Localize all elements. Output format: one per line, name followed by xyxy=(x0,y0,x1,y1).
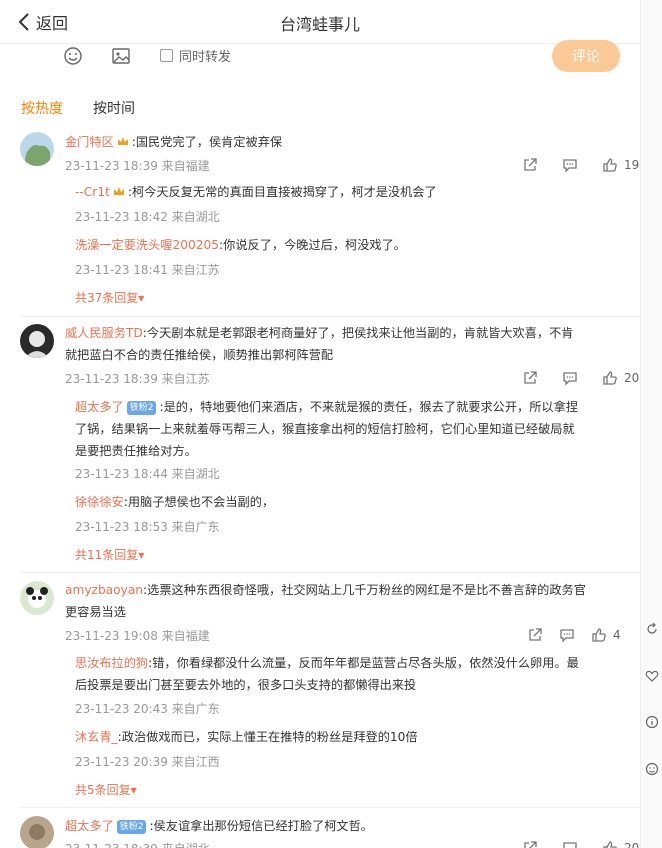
reply-body: :错，你看绿都没什么流量，反而年年都是蓝营占尽各头版，依然没什么卵用。最 xyxy=(148,656,579,670)
avatar[interactable] xyxy=(20,132,54,166)
comment-body: :侯友谊拿出那份短信已经打脸了柯文哲。 xyxy=(149,819,373,833)
comment-text: 威人民服务TD:今天剧本就是老郭跟老柯商量好了，把侯找来让他当副的，肯就皆大欢喜… xyxy=(65,322,625,366)
like-icon[interactable] xyxy=(602,157,618,173)
comment-actions: 4 xyxy=(511,627,621,643)
fan-badge: 铁粉2 xyxy=(126,401,157,415)
reply-body: 后投票是要出门甚至要去外地的，很多口头支持的都懒得出来投 xyxy=(75,678,417,692)
comment-page: 返回 台湾蛙事儿 同时转发 评论 按热度 按时间 金门特区:国民党完了，侯肯定… xyxy=(0,0,662,848)
comment-body: :国民党完了，侯肯定被弃保 xyxy=(131,135,283,149)
comment-actions: 19 xyxy=(506,157,639,173)
share-icon[interactable] xyxy=(522,370,538,386)
comment-text: 超太多了 铁粉2:侯友谊拿出那份短信已经打脸了柯文哲。 xyxy=(65,815,625,837)
comment-body: 更容易当选 xyxy=(65,605,126,619)
top-bar: 返回 台湾蛙事儿 xyxy=(0,0,640,44)
username-link[interactable]: --Cr1t xyxy=(75,185,110,199)
like-icon[interactable] xyxy=(591,627,607,643)
username-link[interactable]: 超太多了 xyxy=(75,400,124,414)
more-replies-link[interactable]: 共37条回复▾ xyxy=(75,289,144,306)
share-icon[interactable] xyxy=(527,627,543,643)
repost-label: 同时转发 xyxy=(179,50,232,65)
crown-icon xyxy=(113,187,124,195)
comment-icon[interactable] xyxy=(562,157,578,173)
reply-item: 沐玄青_:政治做戏而已，实际上懂王在推特的粉丝是拜登的10倍 xyxy=(75,726,630,748)
reply-item: 超太多了 铁粉2:是的，特地要他们来酒店，不来就是猴的责任，猴去了就要求公开，所以… xyxy=(75,396,630,462)
avatar[interactable] xyxy=(20,324,54,358)
tab-time[interactable]: 按时间 xyxy=(93,98,135,118)
info-icon[interactable] xyxy=(645,715,659,729)
reply-body: :是的，特地要他们来酒店，不来就是猴的责任，猴去了就要求公开，所以拿捏 xyxy=(159,400,578,414)
username-link[interactable]: 金门特区 xyxy=(65,135,114,149)
comment-icon[interactable] xyxy=(562,840,578,848)
avatar[interactable] xyxy=(20,581,54,615)
crown-icon xyxy=(117,137,128,145)
comment-icon[interactable] xyxy=(559,627,575,643)
avatar[interactable] xyxy=(20,816,54,848)
right-sidebar xyxy=(640,0,662,848)
emoji-icon[interactable] xyxy=(63,46,83,66)
reply-meta: 23-11-23 20:39 来自江西 xyxy=(75,755,220,769)
reply-body: :柯今天反复无常的真面目直接被揭穿了，柯才是没机会了 xyxy=(127,185,437,199)
username-link[interactable]: 沐玄青_ xyxy=(75,730,118,744)
username-link[interactable]: 徐徐徐安 xyxy=(75,495,124,509)
like-count: 4 xyxy=(613,628,621,642)
reply-meta: 23-11-23 18:44 来自湖北 xyxy=(75,467,220,481)
repost-checkbox[interactable]: 同时转发 xyxy=(160,46,231,65)
comment-meta: 23-11-23 18:39 来自福建 xyxy=(65,159,210,173)
like-count: 20 xyxy=(624,371,640,385)
comment-text: amyzbaoyan:选票这种东西很奇怪哦，社交网站上几千万粉丝的网红是不是比不… xyxy=(65,579,625,623)
share-icon[interactable] xyxy=(522,157,538,173)
reply-item: 思汝布拉的狗:错，你看绿都没什么流量，反而年年都是蓝营占尽各头版，依然没什么卵用… xyxy=(75,652,630,696)
like-icon[interactable] xyxy=(602,370,618,386)
comment-body: :今天剧本就是老郭跟老柯商量好了，把侯找来让他当副的，肯就皆大欢喜，不肯 xyxy=(142,326,574,340)
feedback-icon[interactable] xyxy=(645,762,659,776)
like-count: 20 xyxy=(624,841,640,848)
like-icon[interactable] xyxy=(602,840,618,848)
reply-body: 是要把责任推给对方。 xyxy=(75,444,197,458)
reply-meta: 23-11-23 18:53 来自广东 xyxy=(75,520,220,534)
reply-body: :你说反了，今晚过后，柯没戏了。 xyxy=(219,238,406,252)
compose-bar: 同时转发 评论 xyxy=(0,40,640,76)
comment-meta: 23-11-23 19:08 来自福建 xyxy=(65,629,210,643)
reply-meta: 23-11-23 18:42 来自湖北 xyxy=(75,210,220,224)
tab-hot[interactable]: 按热度 xyxy=(21,98,63,118)
reply-item: 洗澡一定要洗头喔200205:你说反了，今晚过后，柯没戏了。 xyxy=(75,234,630,256)
reply-meta: 23-11-23 20:43 来自广东 xyxy=(75,702,220,716)
page-title: 台湾蛙事儿 xyxy=(279,15,360,34)
reply-item: 徐徐徐安:用脑子想侯也不会当副的， xyxy=(75,491,630,513)
comment-body: 就把蓝白不合的责任推给侯，顺势推出郭柯阵营配 xyxy=(65,348,334,362)
like-count: 19 xyxy=(624,158,640,172)
username-link[interactable]: amyzbaoyan xyxy=(65,583,143,597)
comment-actions: 20 xyxy=(506,370,639,386)
fan-badge: 铁粉2 xyxy=(116,820,147,834)
image-icon[interactable] xyxy=(111,46,131,66)
more-replies-link[interactable]: 共11条回复▾ xyxy=(75,546,144,563)
sort-tabs: 按热度 按时间 xyxy=(21,98,135,118)
checkbox-box[interactable] xyxy=(160,49,173,62)
refresh-icon[interactable] xyxy=(645,622,659,636)
comment-icon[interactable] xyxy=(562,370,578,386)
comment-actions: 20 xyxy=(506,840,639,848)
comment-meta: 23-11-23 18:39 来自湖北 xyxy=(65,840,210,848)
reply-body: :用脑子想侯也不会当副的， xyxy=(123,495,275,509)
reply-meta: 23-11-23 18:41 来自江苏 xyxy=(75,263,220,277)
submit-comment-button[interactable]: 评论 xyxy=(552,40,620,72)
username-link[interactable]: 威人民服务TD xyxy=(65,326,143,340)
username-link[interactable]: 思汝布拉的狗 xyxy=(75,656,148,670)
reply-item: --Cr1t :柯今天反复无常的真面目直接被揭穿了，柯才是没机会了 xyxy=(75,181,630,203)
comment-text: 金门特区 :国民党完了，侯肯定被弃保 xyxy=(65,131,625,153)
share-icon[interactable] xyxy=(522,840,538,848)
comment-body: :选票这种东西很奇怪哦，社交网站上几千万粉丝的网红是不是比不善言辞的政务官 xyxy=(143,583,586,597)
divider xyxy=(20,807,640,808)
reply-body: :政治做戏而已，实际上懂王在推特的粉丝是拜登的10倍 xyxy=(117,730,418,744)
reply-body: 了锅，结果锅一上来就羞辱丐帮三人，猴直接拿出柯的短信打脸柯，它们心里知道已经破局… xyxy=(75,422,575,436)
divider xyxy=(20,572,640,573)
username-link[interactable]: 超太多了 xyxy=(65,819,114,833)
comment-meta: 23-11-23 18:39 来自江苏 xyxy=(65,372,210,386)
username-link[interactable]: 洗澡一定要洗头喔200205 xyxy=(75,238,219,252)
more-replies-link[interactable]: 共5条回复▾ xyxy=(75,781,137,798)
divider xyxy=(20,316,640,317)
favorite-icon[interactable] xyxy=(645,669,659,683)
